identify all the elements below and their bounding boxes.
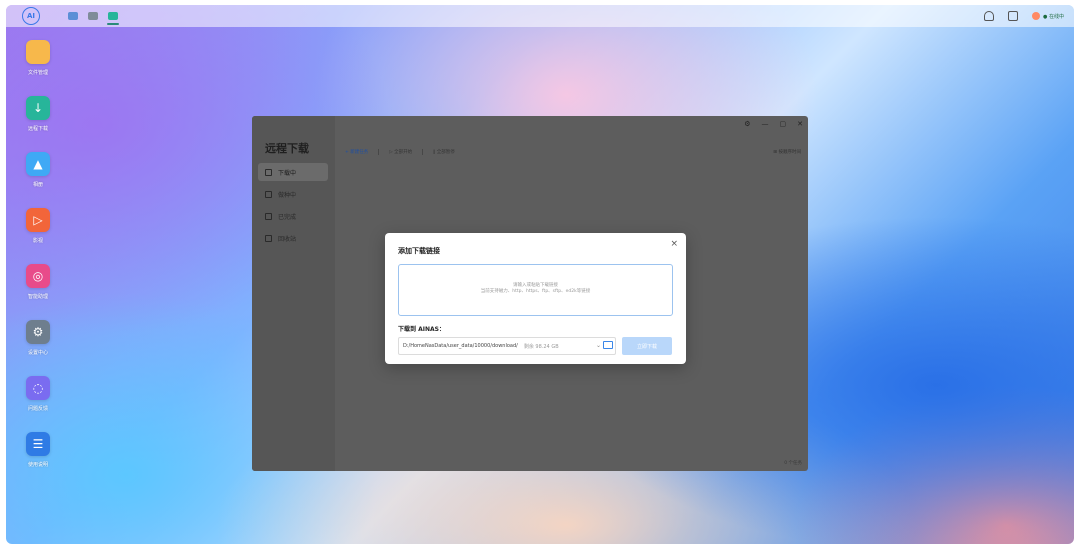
- sidebar-item[interactable]: 做种中: [258, 185, 328, 203]
- save-location-label: 下载到 AINAS：: [398, 326, 445, 333]
- top-bar: AI ● 在线中: [6, 5, 1074, 27]
- chevron-down-icon[interactable]: ⌄: [596, 342, 601, 349]
- desktop-app-label: 设置中心: [27, 350, 48, 356]
- desktop-app-label: 使用说明: [27, 462, 48, 468]
- trash-icon: [265, 234, 272, 242]
- save-path-select[interactable]: D:/HomeNasData/user_data/10000/download/…: [398, 337, 616, 355]
- maximize-icon[interactable]: ▢: [780, 120, 787, 128]
- sidebar-item[interactable]: 回收站: [258, 229, 328, 247]
- window-controls: ⚙ — ▢ ✕: [744, 120, 803, 128]
- task-count: 0 个任务: [784, 461, 802, 466]
- window-icon[interactable]: [88, 12, 98, 20]
- window-sidebar: 远程下载 下载中做种中已完成回收站: [252, 116, 335, 471]
- sidebar-item-label: 下载中: [278, 169, 297, 177]
- settings-icon[interactable]: ⚙: [744, 120, 750, 128]
- close-icon[interactable]: ✕: [797, 120, 803, 128]
- window-title: 远程下载: [265, 142, 309, 155]
- desktop-app-list: 文件管理 ↓ 远程下载 ▲ 相册 ▷ 影视 ◎ 智能助理 ⚙ 设置中心 ◌ 问题反馈 ☰ 使用说明: [16, 40, 60, 488]
- window-toolbar: + 新建任务 ▷ 全部开始 ‖ 全部暂停: [345, 149, 455, 155]
- toolbar-divider: [378, 149, 380, 155]
- logo-icon[interactable]: AI: [22, 7, 40, 25]
- user-status: ● 在线中: [1043, 13, 1064, 20]
- sidebar-item-label: 做种中: [278, 191, 297, 199]
- desktop-app-label: 相册: [32, 182, 43, 188]
- avatar: [1032, 12, 1041, 20]
- desktop-app[interactable]: ◎ 智能助理: [16, 264, 60, 320]
- folder-icon: [26, 40, 50, 64]
- folder-icon[interactable]: [603, 341, 613, 349]
- check-icon: [265, 212, 272, 220]
- start-all-button[interactable]: ▷ 全部开始: [389, 149, 412, 155]
- close-icon[interactable]: ×: [670, 239, 678, 249]
- user-badge[interactable]: ● 在线中: [1032, 12, 1064, 20]
- desktop-app-label: 文件管理: [27, 70, 48, 76]
- seed-icon: [265, 190, 272, 198]
- play-icon: ▷: [26, 208, 50, 232]
- sidebar-item-label: 已完成: [278, 213, 297, 221]
- save-path-value: D:/HomeNasData/user_data/10000/download/: [403, 343, 518, 349]
- desktop-app[interactable]: ◌ 问题反馈: [16, 376, 60, 432]
- sidebar-nav: 下载中做种中已完成回收站: [258, 163, 328, 251]
- feedback-icon: ◌: [26, 376, 50, 400]
- add-link-dialog: 添加下载链接 × 请输入或粘贴下载链接 当前支持磁力、http、https、ft…: [385, 233, 686, 364]
- dialog-title: 添加下载链接: [398, 247, 440, 255]
- desktop-app-label: 问题反馈: [27, 406, 48, 412]
- new-task-button[interactable]: + 新建任务: [345, 149, 368, 155]
- download-now-button[interactable]: 立即下载: [622, 337, 672, 355]
- desktop-app-label: 远程下载: [27, 126, 48, 132]
- link-input[interactable]: [398, 264, 673, 316]
- bell-icon[interactable]: [984, 11, 995, 21]
- settings-icon: ⚙: [26, 320, 50, 344]
- download-app-icon[interactable]: [107, 12, 119, 25]
- download-icon: ↓: [26, 96, 50, 120]
- taskbar: [68, 12, 119, 25]
- window-icon[interactable]: [68, 12, 78, 20]
- desktop-app[interactable]: ▷ 影视: [16, 208, 60, 264]
- desktop-app[interactable]: 文件管理: [16, 40, 60, 96]
- desktop-app[interactable]: ▲ 相册: [16, 152, 60, 208]
- desktop-app[interactable]: ☰ 使用说明: [16, 432, 60, 488]
- sort-button[interactable]: ⊞ 按顺序时间: [773, 149, 801, 155]
- manual-icon: ☰: [26, 432, 50, 456]
- desktop-app-label: 智能助理: [27, 294, 48, 300]
- chat-icon: ◎: [26, 264, 50, 288]
- toolbar-divider: [422, 149, 424, 155]
- sidebar-item[interactable]: 下载中: [258, 163, 328, 181]
- desktop-app-label: 影视: [32, 238, 43, 244]
- free-space: 剩余 98.24 GB: [523, 343, 559, 350]
- top-right-tray: ● 在线中: [984, 5, 1064, 27]
- desktop-app[interactable]: ↓ 远程下载: [16, 96, 60, 152]
- download-icon: [265, 168, 272, 176]
- storage-icon[interactable]: [1008, 11, 1019, 21]
- pause-all-button[interactable]: ‖ 全部暂停: [433, 149, 455, 155]
- desktop-app[interactable]: ⚙ 设置中心: [16, 320, 60, 376]
- minimize-icon[interactable]: —: [762, 120, 769, 128]
- sidebar-item-label: 回收站: [278, 235, 297, 243]
- photo-icon: ▲: [26, 152, 50, 176]
- sidebar-item[interactable]: 已完成: [258, 207, 328, 225]
